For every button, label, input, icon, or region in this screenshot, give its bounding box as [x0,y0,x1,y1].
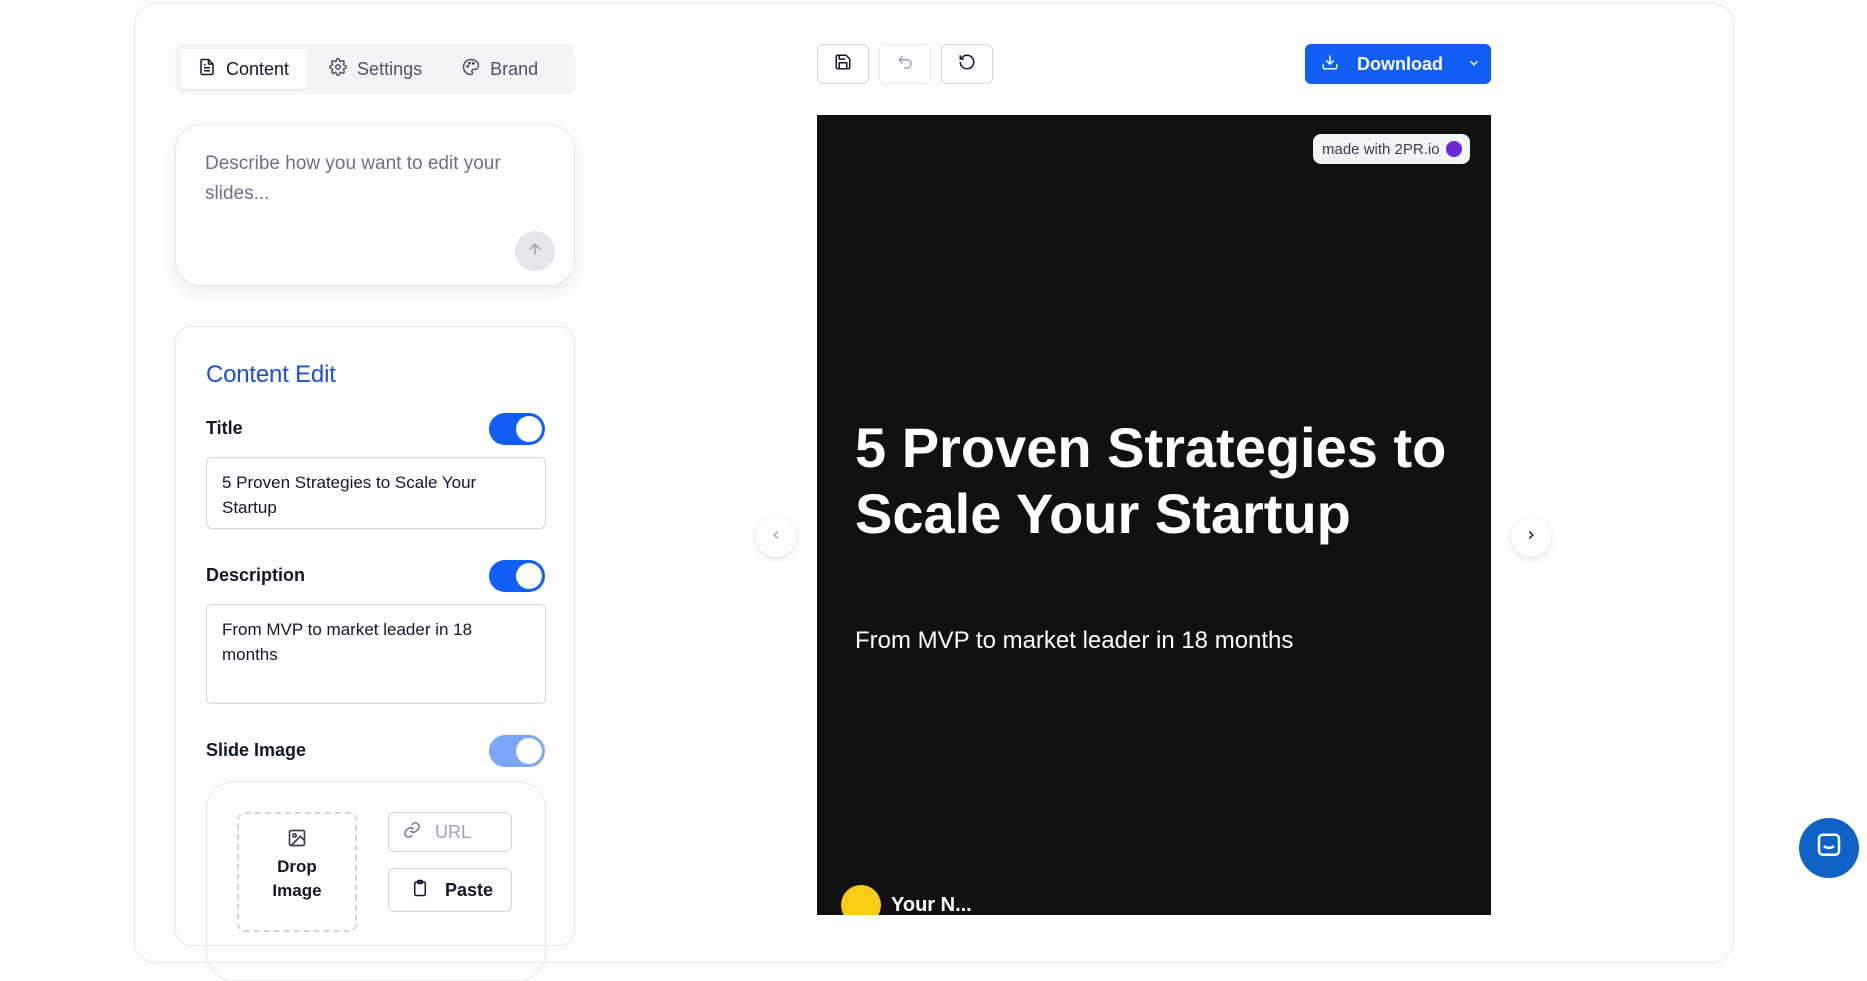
sidebar-tabs: Content Settings Brand [175,44,575,94]
image-icon [287,828,307,855]
tab-settings[interactable]: Settings [311,49,440,89]
slide-description: From MVP to market leader in 18 months [855,627,1294,654]
link-icon [403,821,421,844]
content-edit-panel: Content Edit Title 5 Proven Strategies t… [175,326,575,981]
slide-image-label: Slide Image [206,740,307,760]
palette-icon [462,58,480,81]
download-icon [1321,53,1339,76]
title-field[interactable]: 5 Proven Strategies to Scale Your Startu… [206,457,546,529]
image-url-input[interactable]: URL [388,812,512,852]
chat-launcher-button[interactable] [1799,818,1859,878]
panel-title: Content Edit [206,361,336,388]
chat-icon [1814,831,1844,866]
tab-brand-label: Brand [490,58,539,79]
drop-image-area[interactable]: Drop Image [237,812,357,932]
watermark-text: made with 2PR.io [1322,140,1440,158]
url-placeholder: URL [435,821,472,842]
slide-image-toggle[interactable] [489,735,545,767]
previous-slide-button[interactable] [756,517,796,557]
paste-label: Paste [445,879,494,900]
slide-title: 5 Proven Strategies to Scale Your Startu… [855,416,1447,545]
send-button[interactable] [515,231,555,271]
description-toggle[interactable] [489,560,545,592]
watermark-badge[interactable]: made with 2PR.io [1313,134,1470,164]
next-slide-button[interactable] [1511,517,1551,557]
avatar [841,885,881,915]
rotate-ccw-icon [958,53,976,76]
description-field[interactable]: From MVP to market leader in 18 months [206,604,546,704]
download-button[interactable]: Download [1305,44,1491,84]
chevron-down-icon[interactable] [1467,54,1481,75]
document-icon [198,58,216,81]
arrow-up-icon [527,241,543,262]
slide-author: Your N... [841,885,972,915]
image-upload-zone: Drop Image URL Paste [206,781,546,981]
gear-icon [329,57,347,81]
tab-content-label: Content [226,58,290,79]
undo-icon [896,53,914,76]
tab-content[interactable]: Content [180,49,308,89]
clipboard-icon [411,878,429,903]
slide-preview: made with 2PR.io 5 Proven Strategies to … [817,115,1491,915]
save-button[interactable] [817,44,869,84]
title-label: Title [206,418,243,438]
reset-button[interactable] [941,44,993,84]
undo-button[interactable] [879,44,931,84]
brand-logo-icon [1445,141,1462,157]
author-name: Your N... [891,893,972,916]
edit-prompt-box [175,124,575,286]
edit-prompt-input[interactable] [205,149,525,239]
chevron-left-icon [769,528,783,547]
description-label: Description [206,565,306,585]
chevron-right-icon [1524,528,1538,547]
tab-brand[interactable]: Brand [444,49,556,89]
save-icon [834,53,852,76]
download-label: Download [1357,53,1443,74]
title-toggle[interactable] [489,413,545,445]
paste-button[interactable]: Paste [388,868,512,912]
tab-settings-label: Settings [357,58,423,79]
